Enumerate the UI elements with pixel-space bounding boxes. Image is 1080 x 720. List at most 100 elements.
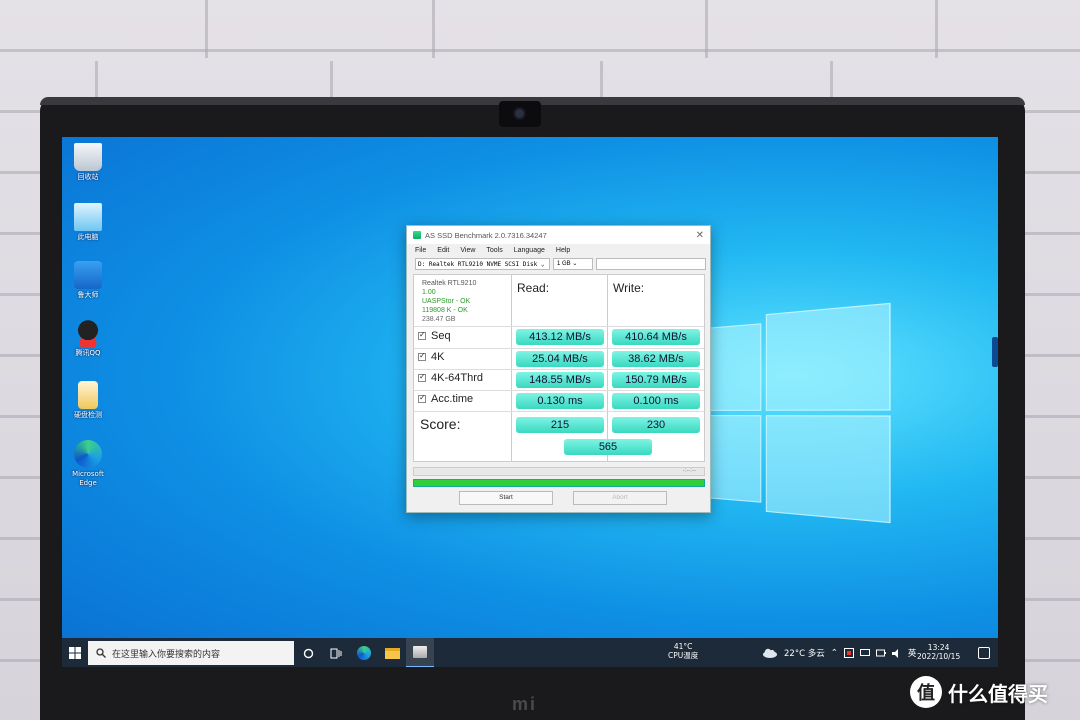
drive-select[interactable]: D: Realtek RTL9210 NVME SCSI Disk ⌄ [415,258,550,270]
network-icon[interactable] [859,649,870,657]
task-view-icon [330,648,342,658]
grid-divider [414,348,704,349]
progress-bar [413,479,705,487]
close-icon[interactable]: ✕ [696,230,704,241]
menu-help[interactable]: Help [556,247,570,254]
cortana-icon [303,648,313,658]
window-titlebar[interactable]: AS SSD Benchmark 2.0.7316.34247 ✕ [407,226,710,244]
taskbar-edge[interactable] [350,638,378,667]
row-label: 4K [431,351,445,363]
this-pc-icon [74,203,102,231]
battery-icon[interactable] [875,649,886,657]
4k64-read-value: 148.55 MB/s [516,372,604,388]
edge-icon [74,440,102,468]
taskbar-file-explorer[interactable] [378,638,406,667]
desktop-icon-label: 鲁大师 [77,291,99,299]
time-bar [413,467,705,476]
checkbox-seq[interactable] [418,330,426,340]
desktop-icon-disk-check[interactable]: 硬盘检测 [66,381,110,420]
watermark-logo: 值 [910,676,942,708]
desktop-icon-label: 硬盘检测 [74,411,102,419]
row-4k[interactable]: 4K [418,351,444,363]
row-seq[interactable]: Seq [418,330,451,342]
driver-status: UASPStor - OK [422,298,471,305]
results-grid: Realtek RTL9210 1.00 UASPStor - OK 11980… [413,274,705,462]
menu-file[interactable]: File [415,247,426,254]
4k-write-value: 38.62 MB/s [612,351,700,367]
cpu-temp-label: CPU温度 [668,651,699,660]
read-header: Read: [517,281,550,295]
drive-select-value: D: Realtek RTL9210 NVME SCSI Disk [418,261,538,268]
search-placeholder: 在这里输入你要搜索的内容 [112,649,221,660]
volume-icon[interactable] [891,648,902,658]
desktop-icon-ludashi[interactable]: 鲁大师 [66,261,110,300]
tray-app-icon[interactable] [843,648,854,658]
watermark-text: 什么值得买 [948,681,1048,706]
elapsed-time: -:--:-- [682,468,696,474]
notification-icon[interactable] [978,647,990,659]
acc-read-value: 0.130 ms [516,393,604,409]
disk-check-icon [78,381,98,409]
grid-divider [414,369,704,370]
desktop-icon-recycle-bin[interactable]: 回收站 [66,143,110,182]
write-header: Write: [613,281,645,295]
app-icon [413,231,421,239]
menu-tools[interactable]: Tools [486,247,502,254]
desktop-icon-label: Microsoft Edge [72,470,104,487]
score-write-value: 230 [612,417,700,433]
desktop-icon-label: 回收站 [77,173,99,181]
window-title: AS SSD Benchmark 2.0.7316.34247 [425,230,547,240]
brick-joint [705,0,708,58]
alignment-status: 119808 K - OK [422,307,468,314]
4k64-write-value: 150.79 MB/s [612,372,700,388]
taskbar-as-ssd[interactable] [406,638,434,667]
menu-view[interactable]: View [460,247,475,254]
task-view-button[interactable] [322,638,350,667]
row-4k-64thrd[interactable]: 4K-64Thrd [418,372,483,384]
checkbox-4k-64thrd[interactable] [418,372,426,382]
cortana-button[interactable] [294,638,322,667]
extra-field[interactable] [596,258,706,270]
checkbox-acc-time[interactable] [418,393,426,403]
recycle-bin-icon [74,143,102,171]
watermark: 值 什么值得买 [910,676,1048,708]
checkbox-4k[interactable] [418,351,426,361]
clock-date: 2022/10/15 [917,652,961,661]
desktop-icon-edge[interactable]: Microsoft Edge [66,440,110,488]
menu-language[interactable]: Language [514,247,545,254]
ime-indicator[interactable]: 英 [908,647,917,659]
start-button[interactable]: Start [459,491,553,505]
grid-divider [414,390,704,391]
chevron-up-icon[interactable]: ⌃ [831,648,838,658]
folder-icon [384,647,400,659]
desktop-icon-qq[interactable]: 腾讯QQ [66,319,110,358]
cloud-icon [763,648,777,658]
abort-button[interactable]: Abort [573,491,667,505]
grid-divider [511,275,512,461]
start-button-taskbar[interactable] [62,638,88,667]
desktop-icon-label: 腾讯QQ [75,349,101,357]
ludashi-icon [74,261,102,289]
drive-version: 1.00 [422,289,436,296]
taskbar-search[interactable]: 在这里输入你要搜索的内容 [88,641,294,665]
brick-joint [935,0,938,58]
taskbar: 在这里输入你要搜索的内容 41°C CPU温度 22°C 多云 ⌃ 英 13:2… [62,638,998,667]
size-select[interactable]: 1 GB ⌄ [553,258,593,270]
taskbar-clock[interactable]: 13:24 2022/10/15 [917,643,960,661]
desktop-screen: 回收站 此电脑 鲁大师 腾讯QQ 硬盘检测 Microsoft Edge AS … [62,137,998,667]
menu-bar: File Edit View Tools Language Help [407,244,710,256]
mi-brand-logo: mi [512,694,538,714]
menu-edit[interactable]: Edit [437,247,449,254]
size-select-value: 1 GB [557,261,571,267]
desktop-icon-this-pc[interactable]: 此电脑 [66,203,110,242]
drive-name: Realtek RTL9210 [422,280,477,287]
weather-text[interactable]: 22°C 多云 [784,647,825,659]
webcam [499,101,541,127]
score-total-value: 565 [564,439,652,455]
clock-time: 13:24 [927,643,950,652]
screen-edge-handle [992,337,998,367]
score-label: Score: [420,416,461,432]
system-tray: 22°C 多云 ⌃ 英 [762,638,916,667]
row-acc-time[interactable]: Acc.time [418,393,473,405]
cpu-temp-value: 41°C [673,642,693,651]
